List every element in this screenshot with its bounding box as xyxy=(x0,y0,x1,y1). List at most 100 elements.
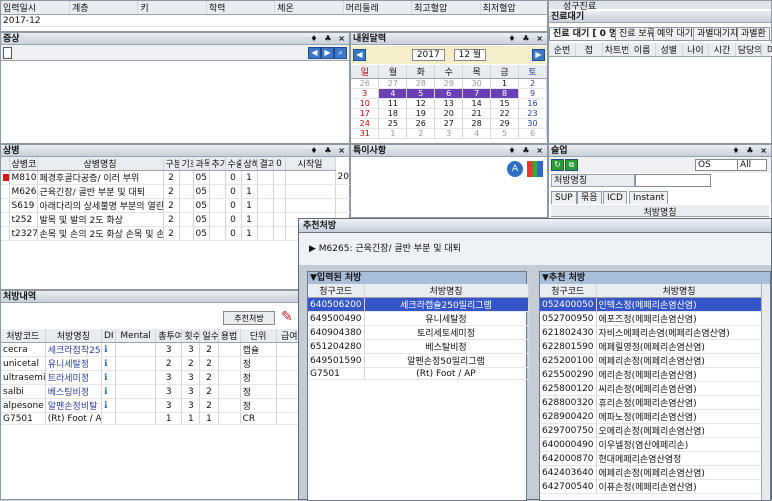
month-field[interactable]: 12 월 xyxy=(453,49,487,61)
refresh-icon[interactable]: ↻ xyxy=(551,159,564,171)
calendar-day[interactable]: 27 xyxy=(378,78,408,89)
recommended-rx-row[interactable]: 052400050 인텍스정(메페리손염산염) xyxy=(540,297,763,312)
calendar-day[interactable]: 6 xyxy=(518,128,547,139)
calendar-day[interactable]: 9 xyxy=(518,88,547,99)
calendar-day[interactable]: 5 xyxy=(406,88,436,99)
chart-icon[interactable] xyxy=(527,161,543,177)
recommended-rx-row[interactable]: 628900420 메파노정(메페리손염산염) xyxy=(540,409,763,424)
rx-row[interactable]: unicetal 유니세탈정 ℹ 2 2 2 정 xyxy=(1,356,312,371)
order-tab[interactable]: 묶음 xyxy=(577,191,602,204)
entered-rx-row[interactable]: 640506200 세크라캡슐250밀리그램 xyxy=(308,297,529,312)
calendar-day[interactable]: 25 xyxy=(378,118,408,129)
calendar-day[interactable]: 8 xyxy=(490,88,520,99)
waiting-tab[interactable]: 과별환 xyxy=(737,27,770,40)
calendar-day[interactable]: 26 xyxy=(406,118,436,129)
next-icon[interactable]: ▶ xyxy=(321,47,334,59)
next-month-icon[interactable]: ▶ xyxy=(532,49,545,61)
rx-row[interactable]: cecra 세크라접착250 ℹ 3 3 2 캡슐 xyxy=(1,342,312,357)
recommended-rx-row[interactable]: 625800120 씨리손정(메페리손염산염) xyxy=(540,381,763,396)
calendar-day[interactable]: 27 xyxy=(434,118,464,129)
document-icon[interactable] xyxy=(3,47,12,59)
calendar-day[interactable]: 23 xyxy=(518,108,547,119)
calendar-day[interactable]: 5 xyxy=(490,128,520,139)
entered-rx-row[interactable]: 651204280 베스탈비정 xyxy=(308,339,529,354)
calendar-day[interactable]: 17 xyxy=(351,108,380,119)
diagnosis-row[interactable]: S619아래다리의 상세불명 부분의 열린상처2 05 01 xyxy=(1,198,351,213)
drug-info-icon[interactable]: ℹ xyxy=(104,373,107,383)
calendar-day[interactable]: 6 xyxy=(434,88,464,99)
filter-os[interactable]: OS xyxy=(695,159,739,171)
year-field[interactable]: 2017 xyxy=(411,49,445,61)
order-tab[interactable]: SUP xyxy=(551,191,577,204)
calendar-day[interactable]: 30 xyxy=(462,78,492,89)
scrollbar[interactable] xyxy=(761,284,770,500)
rx-row[interactable]: G7501 (Rt) Foot / AP 1 1 1 CR xyxy=(1,412,312,425)
entered-rx-row[interactable]: 640904380 토리세토세미정 xyxy=(308,325,529,340)
calendar-day[interactable]: 1 xyxy=(378,128,408,139)
calendar-day[interactable]: 18 xyxy=(378,108,408,119)
order-search-input[interactable] xyxy=(635,174,711,187)
calendar-day[interactable]: 12 xyxy=(406,98,436,109)
calendar-day[interactable]: 2 xyxy=(518,78,547,89)
drug-info-icon[interactable]: ℹ xyxy=(104,387,107,397)
rx-row[interactable]: salbi 베스팅비정 ℹ 3 3 2 정 xyxy=(1,384,312,399)
calendar-day[interactable]: 20 xyxy=(434,108,464,119)
calendar-day[interactable]: 3 xyxy=(351,88,380,99)
order-tab[interactable]: Instant xyxy=(629,191,669,204)
copy-icon[interactable]: ⧉ xyxy=(565,159,578,171)
calendar-day[interactable]: 4 xyxy=(462,128,492,139)
rx-row[interactable]: alpesone 알펜손정비탈 ℹ 3 3 2 정 xyxy=(1,398,312,413)
recommend-button[interactable]: 추천처방 xyxy=(223,311,275,325)
calendar-day[interactable]: 21 xyxy=(462,108,492,119)
calendar-day[interactable]: 2 xyxy=(406,128,436,139)
recommended-rx-row[interactable]: 640000490 이우넬정(염산에페리손) xyxy=(540,437,763,452)
recommended-rx-row[interactable]: 052700950 에포즈정(메페리손염산염) xyxy=(540,311,763,326)
calendar-day[interactable]: 31 xyxy=(351,128,380,139)
waiting-tab[interactable]: 예약 대기 xyxy=(653,27,697,40)
diagnosis-row[interactable]: M6265근육긴장/ 골반 부분 및 대퇴2 05 01 xyxy=(1,184,351,199)
calendar-day[interactable]: 13 xyxy=(434,98,464,109)
calendar-day[interactable]: 11 xyxy=(378,98,408,109)
calendar-day[interactable]: 14 xyxy=(462,98,492,109)
panel-toolbar[interactable]: ♦ ♣ × xyxy=(732,145,769,156)
pen-icon[interactable]: ✎ xyxy=(281,309,293,325)
panel-toolbar[interactable]: ♦ ♣ × xyxy=(508,145,545,156)
rx-row[interactable]: ultrasemi 트라세미정 ℹ 3 3 2 정 xyxy=(1,370,312,385)
drug-info-icon[interactable]: ℹ xyxy=(104,401,107,411)
recommended-rx-row[interactable]: 642403640 에페리손정(메페리손염산염) xyxy=(540,465,763,480)
panel-toolbar[interactable]: ♦ ♣ × xyxy=(508,33,545,44)
entered-rx-row[interactable]: 649501590 알펜손정50밀리그램 xyxy=(308,353,529,368)
recommended-rx-row[interactable]: 622801590 메페릴영정(메페리손염산염) xyxy=(540,339,763,354)
recommended-rx-row[interactable]: 642700540 이퓨손정(메페리손염산염) xyxy=(540,479,763,494)
calendar-day[interactable]: 1 xyxy=(490,78,520,89)
recommended-rx-row[interactable]: 625500290 메리손정(메페리손염산염) xyxy=(540,367,763,382)
calendar-day[interactable]: 3 xyxy=(434,128,464,139)
calendar-day[interactable]: 16 xyxy=(518,98,547,109)
drug-info-icon[interactable]: ℹ xyxy=(104,345,107,355)
entered-rx-row[interactable]: G7501 (Rt) Foot / AP xyxy=(308,367,529,380)
calendar-day[interactable]: 24 xyxy=(351,118,380,129)
calendar-day[interactable]: 29 xyxy=(434,78,464,89)
calendar-day[interactable]: 19 xyxy=(406,108,436,119)
search-icon[interactable]: ⌕ xyxy=(334,47,347,59)
entered-rx-row[interactable]: 649500490 유니세탈정 xyxy=(308,311,529,326)
calendar-day[interactable]: 7 xyxy=(462,88,492,99)
recommended-rx-row[interactable]: 628800320 휴리손정(메페리손염산염) xyxy=(540,395,763,410)
calendar-day[interactable]: 15 xyxy=(490,98,520,109)
symptom-input[interactable] xyxy=(1,61,349,143)
calendar-day[interactable]: 22 xyxy=(490,108,520,119)
recommended-rx-row[interactable]: 621802430 자비스메페리손염(메페리손염산염) xyxy=(540,325,763,340)
order-tab[interactable]: ICD xyxy=(603,191,627,204)
recommended-rx-row[interactable]: 625200100 메페리손정(메페리손염산염) xyxy=(540,353,763,368)
calendar-day[interactable]: 28 xyxy=(462,118,492,129)
calendar-day[interactable]: 30 xyxy=(518,118,547,129)
panel-toolbar[interactable]: ♦ ♣ × xyxy=(310,145,347,156)
calendar-day[interactable]: 10 xyxy=(351,98,380,109)
calendar-day[interactable]: 4 xyxy=(378,88,408,99)
recommended-rx-row[interactable]: 629700750 오메리손정(메페리손염산염) xyxy=(540,423,763,438)
drug-info-icon[interactable]: ℹ xyxy=(104,359,107,369)
prev-month-icon[interactable]: ◀ xyxy=(353,49,366,61)
prev-icon[interactable]: ◀ xyxy=(308,47,321,59)
translate-icon[interactable]: A xyxy=(507,161,523,177)
calendar-day[interactable]: 26 xyxy=(351,78,380,89)
